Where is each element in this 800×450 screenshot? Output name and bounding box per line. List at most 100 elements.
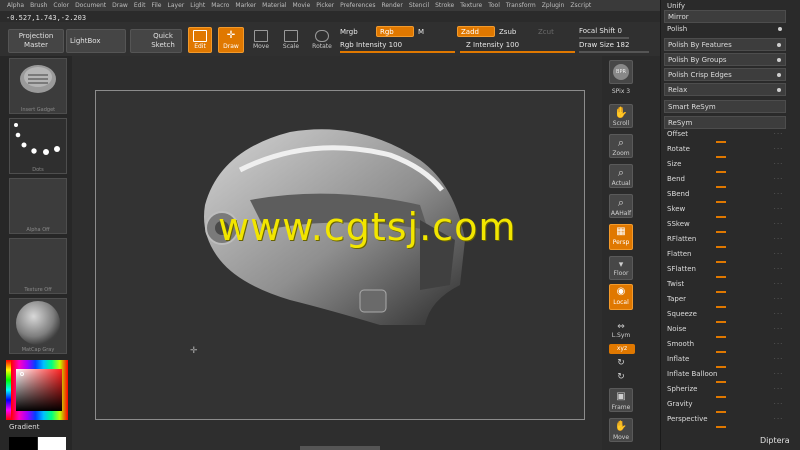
mirror-button[interactable]: Mirror (664, 10, 786, 23)
menu-transform[interactable]: Transform (503, 2, 539, 9)
slider-inflate[interactable]: Inflate · · · (664, 353, 786, 368)
relax-slider[interactable]: Relax (664, 83, 786, 96)
menu-material[interactable]: Material (259, 2, 289, 9)
axis-toggle-icon[interactable]: · · · (774, 128, 782, 140)
slider-sskew[interactable]: SSkew · · · (664, 218, 786, 233)
menu-stroke[interactable]: Stroke (432, 2, 457, 9)
slider-spherize[interactable]: Spherize · · · (664, 383, 786, 398)
menu-stencil[interactable]: Stencil (406, 2, 432, 9)
slider-bend[interactable]: Bend · · · (664, 173, 786, 188)
axis-toggle-icon[interactable]: · · · (774, 368, 782, 380)
menu-edit[interactable]: Edit (131, 2, 149, 9)
menu-color[interactable]: Color (50, 2, 72, 9)
axis-toggle-icon[interactable]: · · · (774, 143, 782, 155)
axis-toggle-icon[interactable]: · · · (774, 173, 782, 185)
axis-toggle-icon[interactable]: · · · (774, 188, 782, 200)
slider-perspective[interactable]: Perspective · · · (664, 413, 786, 428)
slider-gravity[interactable]: Gravity · · · (664, 398, 786, 413)
spix-slider[interactable]: SPix 3 (600, 88, 642, 95)
axis-toggle-icon[interactable]: · · · (774, 158, 782, 170)
slider-size[interactable]: Size · · · (664, 158, 786, 173)
draw-size-track[interactable] (579, 51, 649, 53)
mrgb-toggle[interactable]: Mrgb (340, 28, 358, 36)
menu-file[interactable]: File (148, 2, 164, 9)
axis-toggle-icon[interactable]: · · · (774, 203, 782, 215)
axis-toggle-icon[interactable]: · · · (774, 293, 782, 305)
draw-button[interactable]: ✛ Draw (218, 27, 244, 53)
alpha-thumbnail[interactable]: Alpha Off (9, 178, 67, 234)
m-toggle[interactable]: M (418, 28, 424, 36)
menu-alpha[interactable]: Alpha (4, 2, 27, 9)
zadd-toggle[interactable]: Zadd (457, 26, 495, 37)
lsym-button[interactable]: L.Sym (600, 332, 642, 339)
polish-slider[interactable]: Polish (664, 23, 786, 36)
rgb-toggle[interactable]: Rgb (376, 26, 414, 37)
slider-flatten[interactable]: Flatten · · · (664, 248, 786, 263)
secondary-color-swatch[interactable] (38, 437, 66, 450)
menu-draw[interactable]: Draw (109, 2, 131, 9)
smart-resym-button[interactable]: Smart ReSym (664, 100, 786, 113)
menu-texture[interactable]: Texture (457, 2, 485, 9)
menu-marker[interactable]: Marker (232, 2, 259, 9)
rotate-button[interactable]: Rotate (310, 28, 334, 54)
horizontal-scrollbar[interactable] (300, 446, 380, 450)
polish-by-features-toggle-icon[interactable] (777, 43, 781, 47)
slider-noise[interactable]: Noise · · · (664, 323, 786, 338)
zsub-toggle[interactable]: Zsub (499, 28, 516, 36)
slider-smooth[interactable]: Smooth · · · (664, 338, 786, 353)
slider-skew[interactable]: Skew · · · (664, 203, 786, 218)
polish-crisp-edges-slider[interactable]: Polish Crisp Edges (664, 68, 786, 81)
polish-by-groups-toggle-icon[interactable] (777, 58, 781, 62)
slider-rotate[interactable]: Rotate · · · (664, 143, 786, 158)
slider-taper[interactable]: Taper · · · (664, 293, 786, 308)
zcut-toggle[interactable]: Zcut (538, 28, 554, 36)
menu-zscript[interactable]: Zscript (567, 2, 594, 9)
persp-button[interactable]: ▦ Persp (609, 224, 633, 250)
color-picker[interactable] (6, 360, 68, 420)
slider-rflatten[interactable]: RFlatten · · · (664, 233, 786, 248)
polish-by-groups-slider[interactable]: Polish By Groups (664, 53, 786, 66)
z-intensity-track[interactable] (460, 51, 575, 53)
draw-size-slider[interactable]: Draw Size 182 (579, 41, 629, 49)
xyz-button[interactable]: xyz (609, 344, 635, 354)
slider-knob[interactable] (716, 426, 726, 428)
slider-twist[interactable]: Twist · · · (664, 278, 786, 293)
bpr-button[interactable]: BPR (609, 60, 633, 84)
axis-toggle-icon[interactable]: · · · (774, 398, 782, 410)
edit-button[interactable]: Edit (188, 27, 212, 53)
axis-toggle-icon[interactable]: · · · (774, 263, 782, 275)
polish-crisp-edges-toggle-icon[interactable] (777, 73, 781, 77)
menu-layer[interactable]: Layer (165, 2, 188, 9)
slider-offset[interactable]: Offset · · · (664, 128, 786, 143)
axis-toggle-icon[interactable]: · · · (774, 338, 782, 350)
lightbox-button[interactable]: LightBox (66, 29, 126, 53)
brush-thumbnail[interactable]: Insert Gadget (9, 58, 67, 114)
axis-toggle-icon[interactable]: · · · (774, 233, 782, 245)
main-color-swatch[interactable] (9, 437, 37, 450)
material-thumbnail[interactable]: MatCap Gray (9, 298, 67, 354)
texture-thumbnail[interactable]: Texture Off (9, 238, 67, 294)
menu-document[interactable]: Document (72, 2, 109, 9)
axis-toggle-icon[interactable]: · · · (774, 308, 782, 320)
menu-picker[interactable]: Picker (313, 2, 337, 9)
rotate-z-icon[interactable]: ↻ (600, 372, 642, 382)
menu-tool[interactable]: Tool (485, 2, 503, 9)
scale-button[interactable]: Scale (280, 28, 302, 54)
focal-shift-slider[interactable]: Focal Shift 0 (579, 27, 622, 35)
menu-preferences[interactable]: Preferences (337, 2, 378, 9)
menu-light[interactable]: Light (187, 2, 208, 9)
slider-inflate-balloon[interactable]: Inflate Balloon · · · (664, 368, 786, 383)
axis-toggle-icon[interactable]: · · · (774, 278, 782, 290)
rgb-intensity-track[interactable] (340, 51, 455, 53)
focal-shift-track[interactable] (579, 37, 629, 39)
slider-sbend[interactable]: SBend · · · (664, 188, 786, 203)
menu-macro[interactable]: Macro (208, 2, 232, 9)
rotate-y-icon[interactable]: ↻ (600, 358, 642, 368)
menu-zplugin[interactable]: Zplugin (539, 2, 568, 9)
stroke-thumbnail[interactable]: Dots (9, 118, 67, 174)
axis-toggle-icon[interactable]: · · · (774, 218, 782, 230)
menu-movie[interactable]: Movie (290, 2, 314, 9)
axis-toggle-icon[interactable]: · · · (774, 248, 782, 260)
move-button[interactable]: Move (250, 28, 272, 54)
relax-toggle-icon[interactable] (777, 88, 781, 92)
